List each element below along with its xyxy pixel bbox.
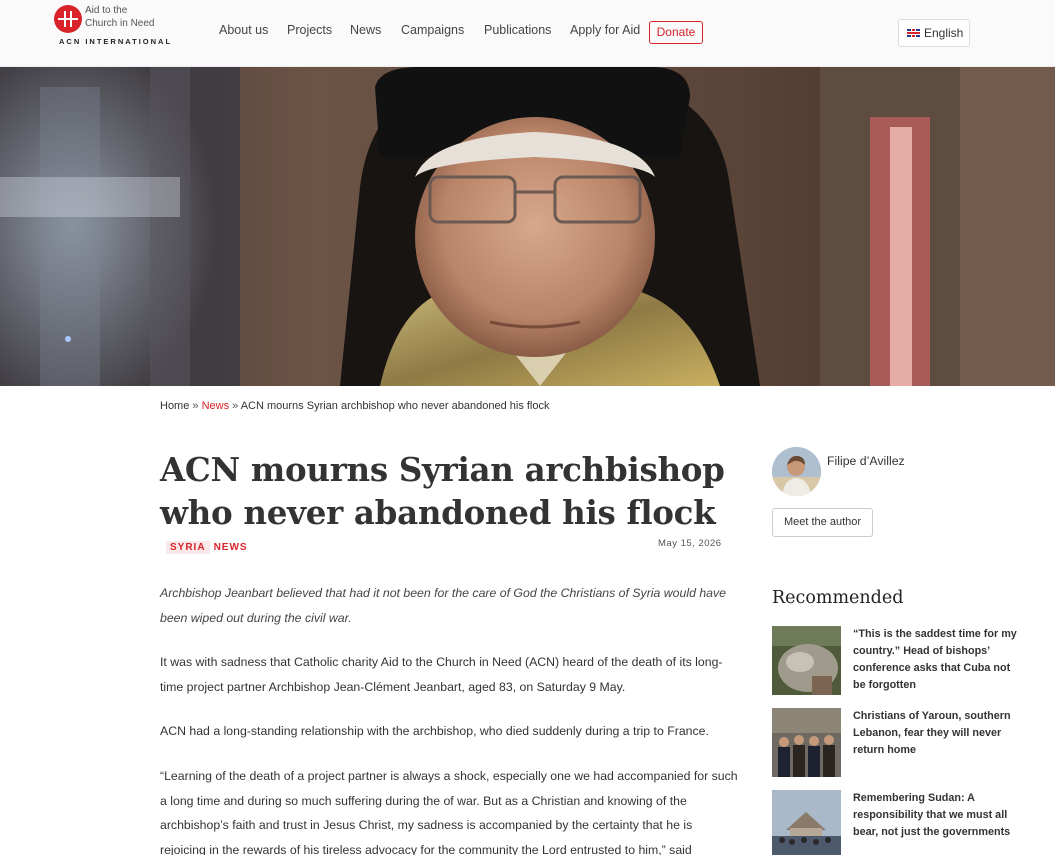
article-paragraph: ACN had a long-standing relationship wit… bbox=[160, 724, 709, 738]
group-photo-icon bbox=[772, 708, 841, 777]
recommended-thumbnail bbox=[772, 708, 841, 777]
uk-flag-icon bbox=[907, 29, 920, 37]
nav-about-us[interactable]: About us bbox=[219, 23, 268, 37]
article-lead: Archbishop Jeanbart believed that had it… bbox=[160, 586, 726, 625]
breadcrumb-news[interactable]: News bbox=[202, 400, 230, 412]
rock-photo-icon bbox=[772, 626, 841, 695]
site-header: Aid to the Church in Need ACN INTERNATIO… bbox=[0, 0, 1055, 67]
acn-cross-icon bbox=[54, 5, 82, 33]
recommended-thumbnail bbox=[772, 626, 841, 695]
article-paragraph: It was with sadness that Catholic charit… bbox=[160, 655, 723, 694]
logo-text-line2: Church in Need bbox=[85, 18, 155, 29]
recommended-title[interactable]: “This is the saddest time for my country… bbox=[853, 626, 1025, 694]
breadcrumb-current: ACN mourns Syrian archbishop who never a… bbox=[240, 400, 550, 412]
nav-publications[interactable]: Publications bbox=[484, 23, 551, 37]
recommended-heading: Recommended bbox=[772, 588, 904, 608]
meet-the-author-button[interactable]: Meet the author bbox=[772, 508, 873, 537]
author-avatar[interactable] bbox=[772, 447, 821, 496]
acn-logo[interactable]: Aid to the Church in Need ACN INTERNATIO… bbox=[54, 4, 194, 48]
title-line-1: ACN mourns Syrian archbishop bbox=[160, 450, 725, 489]
article-paragraph: “Learning of the death of a project part… bbox=[160, 769, 738, 855]
recommended-title[interactable]: Remembering Sudan: A responsibility that… bbox=[853, 790, 1025, 841]
donate-button[interactable]: Donate bbox=[649, 21, 703, 44]
author-photo-icon bbox=[772, 447, 821, 496]
hero-image bbox=[0, 67, 1055, 386]
hero-photo-archbishop bbox=[0, 67, 1055, 386]
breadcrumb-home[interactable]: Home bbox=[160, 400, 189, 412]
nav-apply-for-aid[interactable]: Apply for Aid bbox=[570, 23, 640, 37]
author-name[interactable]: Filipe d’Avillez bbox=[827, 454, 905, 468]
logo-text-line1: Aid to the bbox=[85, 5, 128, 16]
recommended-item[interactable]: Christians of Yaroun, southern Lebanon, … bbox=[772, 708, 1032, 777]
nav-projects[interactable]: Projects bbox=[287, 23, 332, 37]
language-selector[interactable]: English bbox=[898, 19, 970, 47]
logo-subtitle: ACN INTERNATIONAL bbox=[59, 37, 173, 46]
article-date: May 15, 2026 bbox=[658, 538, 722, 549]
recommended-item[interactable]: “This is the saddest time for my country… bbox=[772, 626, 1032, 695]
breadcrumb: Home » News » ACN mourns Syrian archbish… bbox=[160, 400, 550, 412]
breadcrumb-separator: » bbox=[189, 400, 202, 412]
article-tags: SYRIA NEWS bbox=[166, 541, 248, 554]
title-line-2: who never abandoned his flock bbox=[160, 493, 716, 532]
article-title: ACN mourns Syrian archbishop who never a… bbox=[160, 448, 740, 534]
language-label: English bbox=[924, 26, 964, 40]
recommended-thumbnail bbox=[772, 790, 841, 855]
tag-news[interactable]: NEWS bbox=[214, 542, 248, 553]
breadcrumb-separator: » bbox=[229, 400, 241, 412]
recommended-item[interactable]: Remembering Sudan: A responsibility that… bbox=[772, 790, 1032, 855]
tag-syria[interactable]: SYRIA bbox=[166, 541, 210, 554]
nav-campaigns[interactable]: Campaigns bbox=[401, 23, 464, 37]
church-crowd-photo-icon bbox=[772, 790, 841, 855]
nav-news[interactable]: News bbox=[350, 23, 381, 37]
recommended-title[interactable]: Christians of Yaroun, southern Lebanon, … bbox=[853, 708, 1025, 759]
